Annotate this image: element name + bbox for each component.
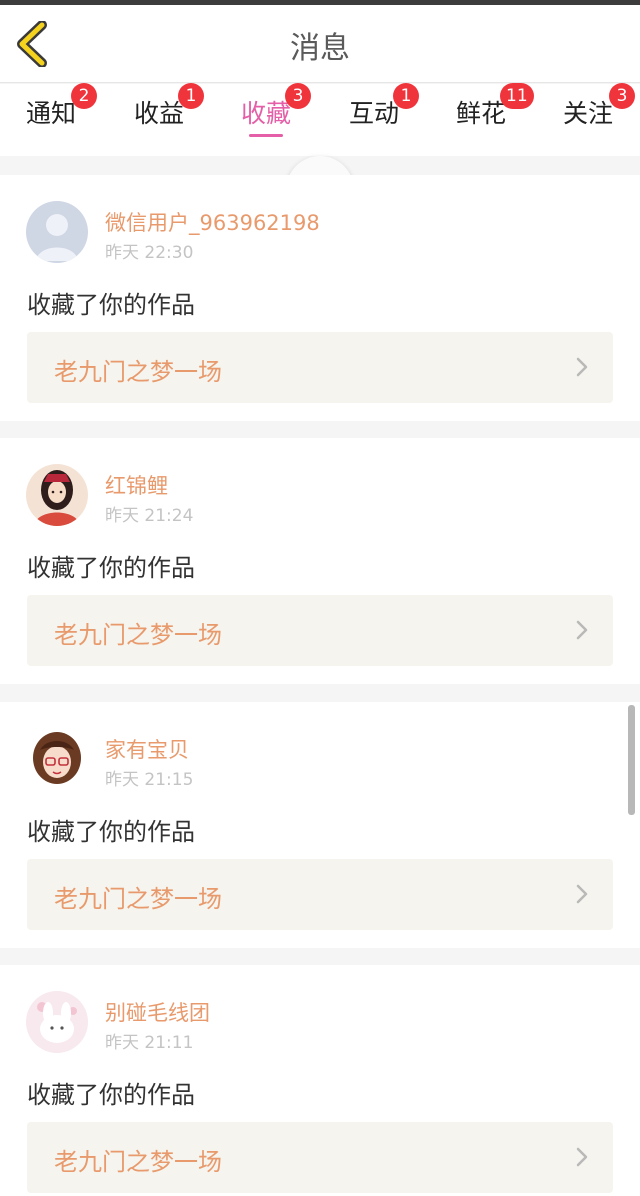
message-card: 家有宝贝 昨天 21:15 收藏了你的作品 老九门之梦一场 [0, 702, 640, 948]
work-title: 老九门之梦一场 [54, 885, 222, 913]
username[interactable]: 家有宝贝 [105, 734, 189, 764]
work-title: 老九门之梦一场 [54, 1148, 222, 1176]
action-text: 收藏了你的作品 [27, 1081, 195, 1109]
active-tab-indicator [249, 134, 283, 137]
message-card: 红锦鲤 昨天 21:24 收藏了你的作品 老九门之梦一场 [0, 438, 640, 684]
tab-badge: 3 [609, 83, 635, 109]
action-text: 收藏了你的作品 [27, 291, 195, 319]
chevron-right-icon [576, 357, 588, 377]
action-text: 收藏了你的作品 [27, 554, 195, 582]
timestamp: 昨天 21:15 [105, 770, 194, 790]
default-avatar-icon[interactable] [26, 201, 88, 263]
tab-following[interactable]: 关注 3 [538, 83, 638, 152]
tab-badge: 2 [71, 83, 97, 109]
tab-flowers[interactable]: 鲜花 11 [431, 83, 534, 152]
action-text: 收藏了你的作品 [27, 818, 195, 846]
message-card: 微信用户_963962198 昨天 22:30 收藏了你的作品 老九门之梦一场 [0, 175, 640, 421]
tab-badge: 1 [393, 83, 419, 109]
work-link[interactable]: 老九门之梦一场 [27, 595, 613, 666]
glasses-girl-avatar-icon[interactable] [26, 728, 88, 790]
app-header: 消息 [0, 5, 640, 83]
timestamp: 昨天 21:24 [105, 506, 194, 526]
work-title: 老九门之梦一场 [54, 621, 222, 649]
cartoon-bunny-avatar-icon[interactable] [26, 991, 88, 1053]
page-title: 消息 [290, 31, 350, 66]
tab-earnings[interactable]: 收益 1 [109, 83, 209, 152]
work-link[interactable]: 老九门之梦一场 [27, 1122, 613, 1193]
chevron-right-icon [576, 620, 588, 640]
tab-badge: 3 [285, 83, 311, 109]
chevron-right-icon [576, 884, 588, 904]
tab-bar: 通知 2 收益 1 收藏 3 互动 1 鲜花 11 关注 3 [0, 83, 640, 224]
work-link[interactable]: 老九门之梦一场 [27, 859, 613, 930]
tab-badge: 1 [178, 83, 204, 109]
scrollbar[interactable] [628, 705, 635, 815]
tab-favorites[interactable]: 收藏 3 [216, 83, 316, 152]
tab-interactions[interactable]: 互动 1 [324, 83, 424, 152]
username[interactable]: 红锦鲤 [105, 470, 168, 500]
timestamp: 昨天 22:30 [105, 243, 194, 263]
username[interactable]: 微信用户_963962198 [105, 207, 320, 237]
message-card: 别碰毛线团 昨天 21:11 收藏了你的作品 老九门之梦一场 [0, 965, 640, 1196]
tab-notifications[interactable]: 通知 2 [1, 83, 101, 152]
username[interactable]: 别碰毛线团 [105, 997, 210, 1027]
timestamp: 昨天 21:11 [105, 1033, 194, 1053]
chevron-right-icon [576, 1147, 588, 1167]
work-title: 老九门之梦一场 [54, 358, 222, 386]
girl-avatar-icon[interactable] [26, 464, 88, 526]
tab-badge: 11 [500, 83, 534, 109]
work-link[interactable]: 老九门之梦一场 [27, 332, 613, 403]
